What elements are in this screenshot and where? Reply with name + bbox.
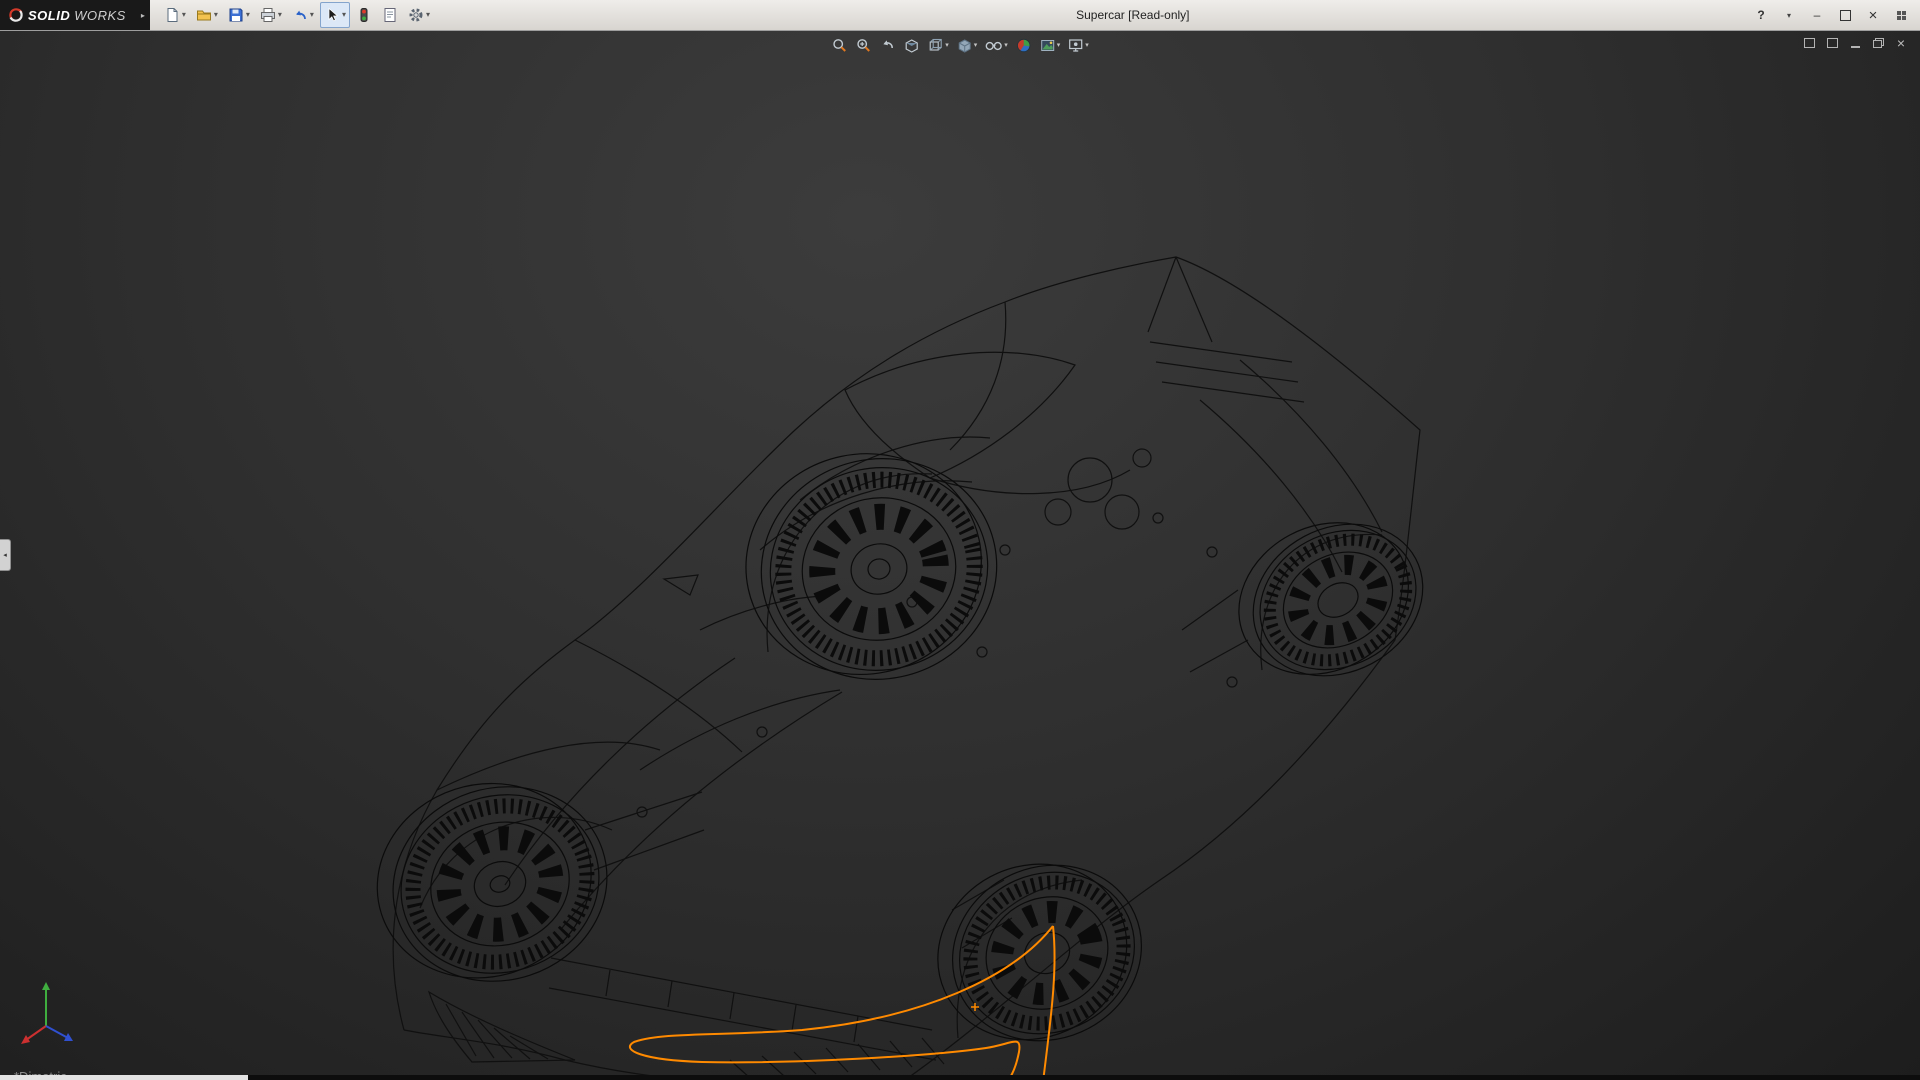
open-button[interactable]: ▾	[192, 2, 222, 28]
maximize-icon	[1840, 10, 1851, 21]
doc-close-button[interactable]: ×	[1894, 36, 1908, 50]
wheel-rear-right	[1212, 488, 1449, 710]
edit-appearance-button[interactable]	[1013, 35, 1034, 55]
options-gear-icon	[408, 7, 424, 23]
new-document-icon	[164, 7, 180, 23]
new-dropdown-caret[interactable]: ▾	[182, 11, 186, 19]
select-button[interactable]: ▾	[320, 2, 350, 28]
zoom-to-area-icon	[855, 37, 872, 54]
viewport[interactable]: ▾ ▾ ▾	[0, 30, 1920, 1080]
section-view-icon	[903, 37, 920, 54]
logo-text-works: WORKS	[74, 8, 126, 23]
screen-layout-button[interactable]	[1892, 5, 1910, 25]
doc-restore-button[interactable]	[1871, 36, 1885, 50]
appearance-ball-icon	[1015, 37, 1032, 54]
selection-marker	[971, 1003, 979, 1011]
save-button[interactable]: ▾	[224, 2, 254, 28]
view-orientation-caret[interactable]: ▾	[945, 41, 949, 49]
file-properties-button[interactable]	[378, 2, 402, 28]
reference-triad	[18, 978, 88, 1050]
open-folder-icon	[196, 7, 212, 23]
print-dropdown-caret[interactable]: ▾	[278, 11, 282, 19]
select-dropdown-caret[interactable]: ▾	[342, 11, 346, 19]
doc-minimize-icon	[1851, 46, 1860, 48]
open-dropdown-caret[interactable]: ▾	[214, 11, 218, 19]
car-body	[393, 257, 1420, 1080]
print-button[interactable]: ▾	[256, 2, 286, 28]
solidworks-window: SOLID WORKS ▸ ▾ ▾	[0, 0, 1920, 1080]
display-style-icon	[956, 37, 973, 54]
save-floppy-icon	[228, 7, 244, 23]
logo-text-solid: SOLID	[28, 8, 70, 23]
dassault-logo-icon	[8, 7, 24, 23]
expand-arrow-icon: ▸	[141, 11, 145, 20]
apply-scene-button[interactable]: ▾	[1037, 35, 1063, 55]
doc-restore-icon	[1873, 38, 1884, 48]
minimize-button[interactable]: –	[1808, 5, 1826, 25]
titlebar: SOLID WORKS ▸ ▾ ▾	[0, 0, 1920, 31]
display-style-button[interactable]: ▾	[954, 35, 980, 55]
view-settings-button[interactable]: ▾	[1065, 35, 1091, 55]
help-dropdown-caret[interactable]: ▾	[1780, 5, 1798, 25]
heads-up-toolbar: ▾ ▾ ▾	[829, 35, 1091, 55]
hide-show-glasses-icon	[984, 37, 1003, 54]
view-settings-icon	[1067, 37, 1084, 54]
hide-show-caret[interactable]: ▾	[1004, 41, 1008, 49]
window-title: Supercar [Read-only]	[1076, 0, 1189, 30]
undo-button[interactable]: ▾	[288, 2, 318, 28]
zoom-to-area-button[interactable]	[853, 35, 874, 55]
solidworks-resources-button[interactable]	[352, 2, 376, 28]
display-style-caret[interactable]: ▾	[974, 41, 978, 49]
options-button[interactable]: ▾	[404, 2, 434, 28]
main-toolbar: ▾ ▾ ▾	[160, 2, 434, 28]
view-orientation-button[interactable]: ▾	[925, 35, 951, 55]
collapse-arrow-icon: ◂	[3, 551, 7, 559]
close-button[interactable]: ×	[1864, 5, 1882, 25]
taskbar-sliver	[0, 1075, 1920, 1080]
undo-dropdown-caret[interactable]: ▾	[310, 11, 314, 19]
selected-edge	[630, 926, 1055, 1080]
car-wireframe	[0, 30, 1920, 1080]
screen-layout-icon	[1897, 11, 1906, 20]
view-settings-caret[interactable]: ▾	[1085, 41, 1089, 49]
previous-document-button[interactable]	[1802, 36, 1816, 50]
document-window-controls: ×	[1802, 36, 1908, 50]
previous-view-button[interactable]	[877, 35, 898, 55]
help-button[interactable]: ?	[1752, 5, 1770, 25]
menu-expand-arrow[interactable]: ▸	[136, 0, 150, 30]
options-dropdown-caret[interactable]: ▾	[426, 11, 430, 19]
window-controls: ? ▾ – ×	[1752, 5, 1920, 25]
feature-manager-collapse-tab[interactable]: ◂	[0, 539, 11, 571]
apply-scene-caret[interactable]: ▾	[1057, 41, 1061, 49]
solidworks-logo: SOLID WORKS	[0, 0, 136, 30]
traffic-light-icon	[356, 7, 372, 23]
doc-minimize-button[interactable]	[1848, 36, 1862, 50]
taskbar-button[interactable]	[0, 1075, 248, 1080]
new-button[interactable]: ▾	[160, 2, 190, 28]
next-document-icon	[1827, 38, 1838, 48]
section-view-button[interactable]	[901, 35, 922, 55]
zoom-to-fit-icon	[831, 37, 848, 54]
hide-show-items-button[interactable]: ▾	[982, 35, 1010, 55]
maximize-button[interactable]	[1836, 5, 1854, 25]
view-orientation-icon	[927, 37, 944, 54]
apply-scene-icon	[1039, 37, 1056, 54]
zoom-to-fit-button[interactable]	[829, 35, 850, 55]
wheel-front-left	[352, 752, 633, 1013]
select-cursor-icon	[324, 7, 340, 23]
next-document-button[interactable]	[1825, 36, 1839, 50]
previous-view-icon	[879, 37, 896, 54]
file-properties-icon	[382, 7, 398, 23]
printer-icon	[260, 7, 276, 23]
wheel-rear-left	[725, 429, 1017, 704]
wheel-front-right	[910, 829, 1170, 1076]
previous-document-icon	[1804, 38, 1815, 48]
save-dropdown-caret[interactable]: ▾	[246, 11, 250, 19]
undo-arrow-icon	[292, 7, 308, 23]
